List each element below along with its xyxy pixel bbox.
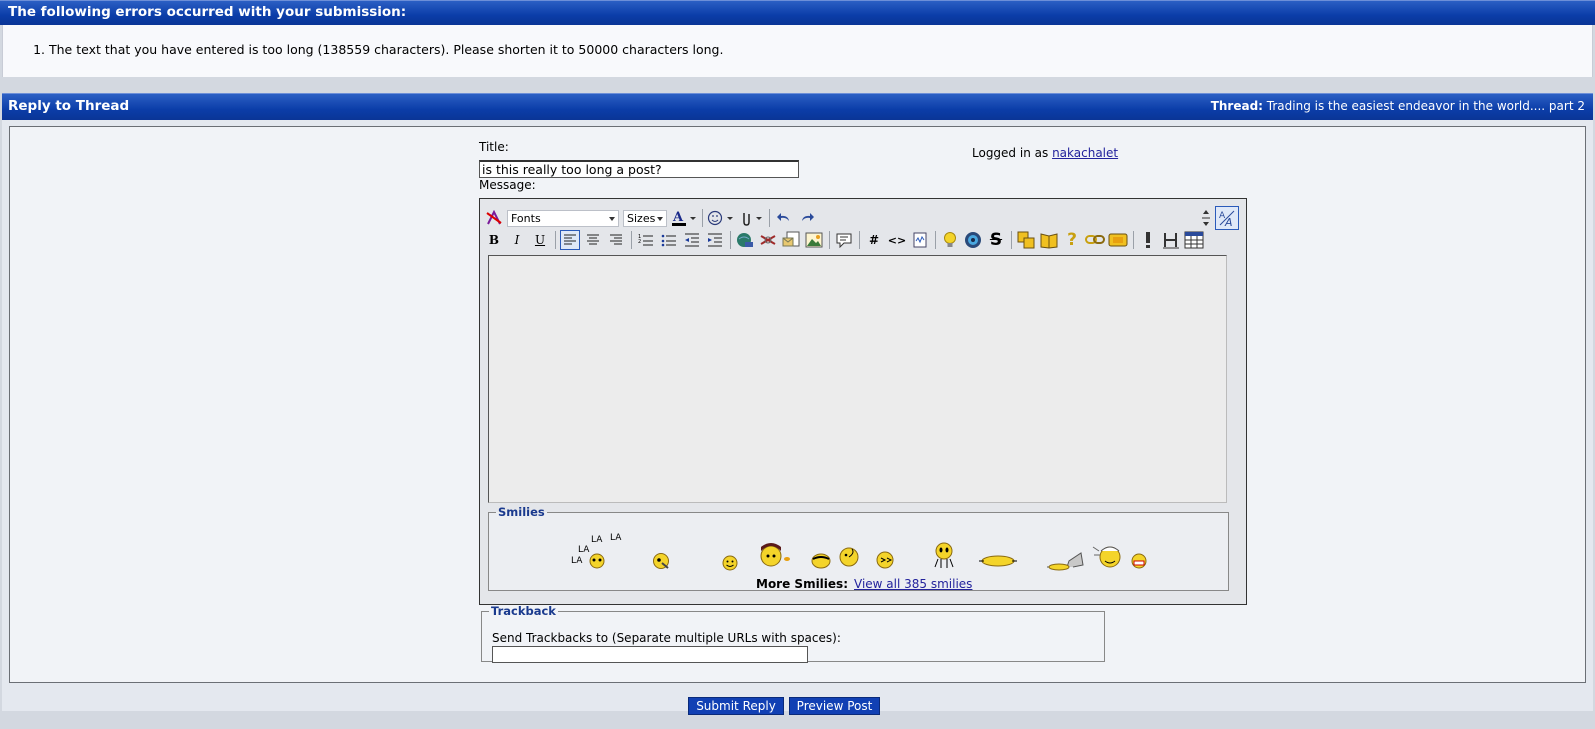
svg-text:A: A — [672, 210, 684, 225]
trackback-legend: Trackback — [491, 604, 556, 618]
smiley-icon[interactable] — [838, 545, 860, 567]
submit-reply-button[interactable]: Submit Reply — [688, 697, 784, 715]
remove-format-icon[interactable] — [484, 208, 504, 228]
message-label: Message: — [479, 178, 536, 192]
title-input[interactable]: is this really too long a post? — [479, 160, 799, 178]
reply-header: Reply to Thread Thread: Trading is the e… — [2, 93, 1593, 120]
smiley-icon[interactable] — [810, 551, 832, 569]
help-icon[interactable]: ? — [1062, 230, 1082, 250]
form-container: Title: is this really too long a post? L… — [9, 126, 1586, 715]
toolbar-separator — [935, 231, 936, 249]
hash-icon[interactable]: # — [864, 230, 884, 250]
copy-icon[interactable] — [1016, 230, 1036, 250]
undo-icon[interactable] — [774, 208, 794, 228]
message-textarea[interactable] — [488, 255, 1227, 503]
toolbar-separator — [859, 231, 860, 249]
ordered-list-icon[interactable]: 12 — [636, 230, 656, 250]
toolbar-separator — [1133, 231, 1134, 249]
outdent-icon[interactable] — [682, 230, 702, 250]
resize-icon[interactable] — [1196, 208, 1216, 228]
trackback-fieldset: Trackback Send Trackbacks to (Separate m… — [481, 604, 1105, 663]
switch-mode-icon[interactable]: AA — [1215, 206, 1239, 230]
code-icon[interactable]: <> — [887, 230, 907, 250]
strikethrough-icon[interactable]: S — [986, 230, 1006, 250]
toolbar-separator — [730, 231, 731, 249]
smiley-icon[interactable] — [1092, 543, 1122, 569]
smilies-fieldset: Smilies LA LA LA LA More Smilies: View a… — [488, 505, 1229, 591]
more-smilies-label: More Smilies: — [756, 577, 848, 591]
svg-text:A: A — [1224, 216, 1233, 227]
size-select[interactable]: Sizes — [623, 209, 667, 227]
logged-in-prefix: Logged in as — [972, 146, 1049, 160]
align-left-icon[interactable] — [560, 230, 580, 250]
trackback-label: Send Trackbacks to (Separate multiple UR… — [492, 631, 841, 645]
thread-info: Thread: Trading is the easiest endeavor … — [1211, 94, 1585, 119]
smiley-text: LA — [571, 556, 583, 566]
insert-email-icon[interactable] — [781, 230, 801, 250]
align-right-icon[interactable] — [606, 230, 626, 250]
unordered-list-icon[interactable] — [659, 230, 679, 250]
ticket-icon[interactable] — [1108, 230, 1128, 250]
smiley-icon[interactable] — [875, 551, 895, 569]
redo-icon[interactable] — [797, 208, 817, 228]
smiley-icon[interactable] — [931, 541, 957, 569]
header-icon[interactable] — [1161, 230, 1181, 250]
insert-image-icon[interactable] — [804, 230, 824, 250]
toolbar-separator — [1011, 231, 1012, 249]
error-list: The text that you have entered is too lo… — [3, 42, 1592, 57]
smiley-icon[interactable] — [759, 541, 791, 569]
quote-icon[interactable] — [834, 230, 854, 250]
indent-icon[interactable] — [705, 230, 725, 250]
thread-label: Thread: — [1210, 99, 1263, 113]
view-all-smilies-link[interactable]: View all 385 smilies — [854, 577, 972, 591]
remove-link-icon[interactable] — [758, 230, 778, 250]
toolbar-row-2: B I U 12 # <> S ? — [484, 230, 1207, 250]
error-box: The text that you have entered is too lo… — [2, 25, 1593, 77]
more-smilies: More Smilies: View all 385 smilies — [756, 577, 972, 591]
message-editor: Fonts Sizes A AA B I U 12 # <> S ? Smili… — [479, 198, 1247, 605]
svg-text:2: 2 — [638, 239, 641, 245]
smiley-icon[interactable] — [978, 551, 1018, 569]
smiley-text: LA — [610, 533, 622, 543]
smiley-icon[interactable] — [1045, 547, 1085, 571]
toolbar-row-1: Fonts Sizes A — [484, 208, 820, 228]
audio-icon[interactable] — [963, 230, 983, 250]
lala-smiley-icon[interactable]: LA LA LA LA — [571, 531, 631, 571]
smiley-menu-icon[interactable] — [707, 208, 735, 228]
text-color-icon[interactable]: A — [671, 208, 697, 228]
italic-icon[interactable]: I — [507, 230, 527, 250]
smilies-legend: Smilies — [498, 505, 545, 519]
smiley-text: LA — [591, 535, 603, 545]
reply-panel: Title: is this really too long a post? L… — [2, 120, 1593, 715]
smiley-icon[interactable] — [652, 552, 670, 570]
bold-icon[interactable]: B — [484, 230, 504, 250]
toolbar-separator — [702, 209, 703, 227]
username-link[interactable]: nakachalet — [1052, 146, 1118, 160]
toolbar-separator — [829, 231, 830, 249]
toolbar-separator — [631, 231, 632, 249]
insert-link-icon[interactable] — [735, 230, 755, 250]
exclamation-icon[interactable] — [1138, 230, 1158, 250]
preview-post-button[interactable]: Preview Post — [789, 697, 880, 715]
toolbar-separator — [555, 231, 556, 249]
error-header: The following errors occurred with your … — [0, 0, 1595, 25]
title-label: Title: — [479, 140, 509, 154]
font-select[interactable]: Fonts — [507, 209, 619, 227]
reply-title: Reply to Thread — [8, 98, 130, 114]
trackback-input[interactable] — [492, 646, 808, 663]
smiley-icon[interactable] — [722, 555, 738, 571]
attachment-icon[interactable] — [738, 208, 764, 228]
thread-title: Trading is the easiest endeavor in the w… — [1266, 99, 1585, 113]
underline-icon[interactable]: U — [530, 230, 550, 250]
error-item: The text that you have entered is too lo… — [49, 42, 1592, 57]
table-icon[interactable] — [1184, 230, 1204, 250]
html-icon[interactable] — [910, 230, 930, 250]
toolbar-separator — [769, 209, 770, 227]
chain-link-icon[interactable] — [1085, 230, 1105, 250]
logged-in-info: Logged in as nakachalet — [972, 146, 1118, 160]
smiley-icon[interactable] — [1130, 553, 1148, 569]
align-center-icon[interactable] — [583, 230, 603, 250]
book-icon[interactable] — [1039, 230, 1059, 250]
lightbulb-icon[interactable] — [940, 230, 960, 250]
